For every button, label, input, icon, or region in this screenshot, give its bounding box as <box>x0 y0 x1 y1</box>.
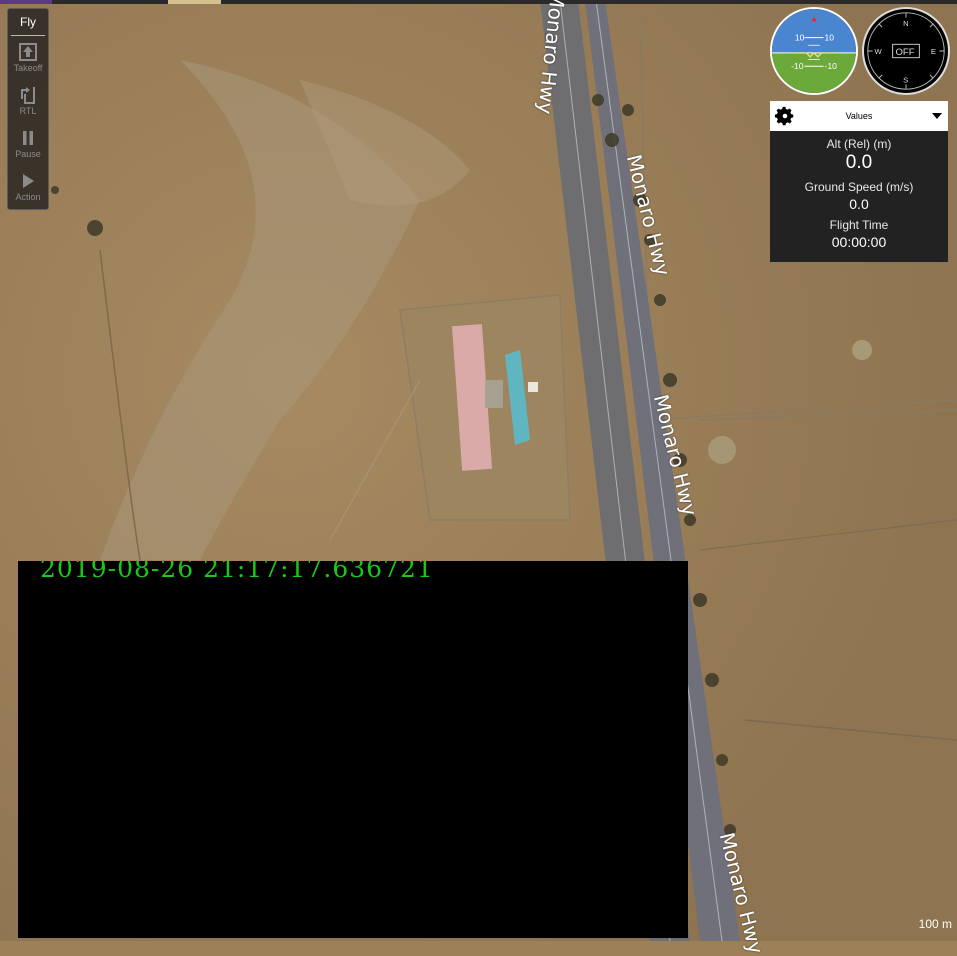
ground-speed-label: Ground Speed (m/s) <box>804 180 914 194</box>
values-title: Values <box>845 111 873 121</box>
ground-speed-value: 0.0 <box>849 196 869 212</box>
rtl-label: RTL <box>19 106 37 116</box>
pitch-label: 10 <box>795 33 805 43</box>
map-scale-label: 100 m <box>918 917 952 931</box>
compass-dial: N S E W OFF <box>867 12 945 90</box>
flight-time-label: Flight Time <box>829 218 889 232</box>
compass-north: N <box>903 19 909 28</box>
video-timestamp: 2019-08-26 21:17:17.636721 <box>40 561 434 583</box>
fly-toolbar: Fly Takeoff RTL Pause Action <box>7 8 49 210</box>
compass-status: OFF <box>896 47 915 58</box>
pitch-label: -10 <box>791 61 804 71</box>
top-toolbar-strip <box>0 0 957 4</box>
rtl-button[interactable]: RTL <box>8 79 48 122</box>
takeoff-label: Takeoff <box>13 63 43 73</box>
video-feed[interactable]: 2019-08-26 21:17:17.636721 <box>18 561 688 938</box>
pitch-label: 10 <box>825 33 835 43</box>
takeoff-icon <box>19 43 37 61</box>
action-label: Action <box>15 192 41 202</box>
values-panel: Values Alt (Rel) (m) 0.0 Ground Speed (m… <box>770 101 948 262</box>
play-icon <box>23 174 34 188</box>
pause-label: Pause <box>15 149 41 159</box>
toolbar-title[interactable]: Fly <box>11 9 45 36</box>
compass-east: E <box>931 47 936 56</box>
pause-icon <box>23 131 33 145</box>
compass-west: W <box>875 47 883 56</box>
gear-icon[interactable] <box>774 105 796 127</box>
flight-time-value: 00:00:00 <box>831 234 887 250</box>
compass-south: S <box>903 76 908 85</box>
alt-label: Alt (Rel) (m) <box>826 137 892 151</box>
map-scale: 100 m <box>919 917 952 931</box>
alt-value: 0.0 <box>845 152 873 173</box>
chevron-down-icon[interactable] <box>932 113 942 119</box>
attitude-dial: 10 10 -10 -10 <box>772 9 856 93</box>
active-tab-indicator <box>168 0 221 4</box>
vehicle-indicator <box>0 0 52 4</box>
action-button[interactable]: Action <box>8 165 48 208</box>
attitude-indicator[interactable]: 10 10 -10 -10 <box>770 7 858 95</box>
compass-indicator[interactable]: N S E W OFF <box>862 7 950 95</box>
pitch-label: -10 <box>825 61 838 71</box>
pause-button[interactable]: Pause <box>8 122 48 165</box>
values-header[interactable]: Values <box>770 101 948 131</box>
takeoff-button[interactable]: Takeoff <box>8 36 48 79</box>
rtl-icon <box>21 87 35 104</box>
